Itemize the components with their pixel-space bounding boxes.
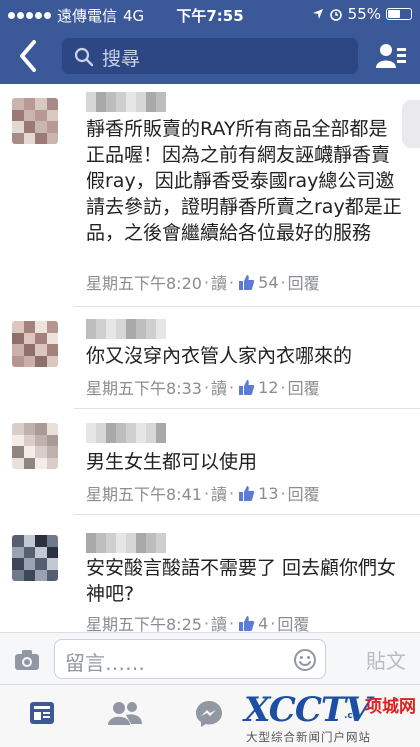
comment-text: 靜香所販賣的RAY所有商品全部都是正品喔！因為之前有網友誣衊靜香賣假ray，因此… xyxy=(86,118,402,244)
comment-text: 你又沒穿內衣管人家內衣哪來的 xyxy=(86,345,353,367)
commenter-name-blurred[interactable] xyxy=(86,92,166,112)
comment-input-placeholder: 留言…… xyxy=(65,651,145,675)
avatar[interactable] xyxy=(12,321,58,367)
location-arrow-icon xyxy=(312,9,323,19)
comment-meta: 星期五下午8:41 · 讀 · 13 · 回覆 xyxy=(86,481,320,505)
search-icon xyxy=(74,47,94,67)
search-input[interactable]: 搜尋 xyxy=(62,38,358,74)
avatar[interactable] xyxy=(12,98,58,144)
emoji-icon[interactable] xyxy=(293,648,317,672)
reply-link[interactable]: 回覆 xyxy=(288,481,320,505)
comment-time: 星期五下午8:20 xyxy=(86,274,202,293)
commenter-name-blurred[interactable] xyxy=(86,319,166,339)
comment-composer: 留言…… 貼文 xyxy=(0,632,420,684)
thumbs-up-icon xyxy=(239,615,255,631)
comment-item: 靜香所販賣的RAY所有商品全部都是正品喔！因為之前有網友誣衊靜香賣假ray，因此… xyxy=(0,84,420,306)
messenger-tab-icon[interactable] xyxy=(194,699,224,729)
comment-time: 星期五下午8:33 xyxy=(86,379,202,398)
camera-icon[interactable] xyxy=(14,649,40,671)
like-link[interactable]: 讀 xyxy=(211,375,227,399)
comment-input[interactable]: 留言…… xyxy=(54,639,326,679)
like-count: 13 xyxy=(258,483,279,503)
reply-link[interactable]: 回覆 xyxy=(288,375,320,399)
nav-bar: 搜尋 xyxy=(0,28,420,84)
like-count: 12 xyxy=(258,377,279,397)
comment-meta: 星期五下午8:33 · 讀 · 12 · 回覆 xyxy=(86,375,320,399)
watermark-domain: .cn xyxy=(344,711,360,721)
search-placeholder: 搜尋 xyxy=(102,48,141,70)
thumbs-up-icon xyxy=(239,485,255,501)
comment-item: 安安酸言酸語不需要了 回去顧你們女神吧? 星期五下午8:25 · 讀 · 4 ·… xyxy=(0,515,420,634)
watermark-brand: XCCTV xyxy=(244,690,372,730)
comment-text: 安安酸言酸語不需要了 回去顧你們女神吧? xyxy=(86,557,397,605)
friends-tab-icon[interactable] xyxy=(108,699,142,727)
battery-percent: 55% xyxy=(347,5,381,23)
comment-meta: 星期五下午8:20 · 讀 · 54 · 回覆 xyxy=(86,270,320,294)
commenter-name-blurred[interactable] xyxy=(86,533,166,553)
thumbs-up-icon xyxy=(239,379,255,395)
news-feed-tab-icon[interactable] xyxy=(28,699,56,727)
watermark-badge: 项城网 xyxy=(365,697,416,717)
post-button[interactable]: 貼文 xyxy=(366,645,406,674)
thumbs-up-icon xyxy=(239,274,255,290)
comment-item: 男生女生都可以使用 星期五下午8:41 · 讀 · 13 · 回覆 xyxy=(0,409,420,513)
avatar[interactable] xyxy=(12,535,58,581)
like-link[interactable]: 讀 xyxy=(211,270,227,294)
comment-time: 星期五下午8:41 xyxy=(86,485,202,504)
friend-requests-icon[interactable] xyxy=(376,42,406,70)
like-count: 54 xyxy=(258,272,279,292)
alarm-icon xyxy=(329,9,342,21)
status-bar: 遠傳電信 4G 下午7:55 55% xyxy=(0,0,420,28)
comment-text: 男生女生都可以使用 xyxy=(86,451,258,473)
back-chevron-icon[interactable] xyxy=(14,38,42,74)
comment-item: 你又沒穿內衣管人家內衣哪來的 星期五下午8:33 · 讀 · 12 · 回覆 xyxy=(0,307,420,407)
like-count: 4 xyxy=(258,613,269,633)
watermark-slogan: 大型综合新闻门户网站 xyxy=(246,730,371,744)
battery-icon xyxy=(386,8,412,20)
reply-link[interactable]: 回覆 xyxy=(288,270,320,294)
commenter-name-blurred[interactable] xyxy=(86,423,166,443)
avatar[interactable] xyxy=(12,423,58,469)
watermark-logo: XCCTV .cn 项城网 大型综合新闻门户网站 xyxy=(244,690,420,747)
like-link[interactable]: 讀 xyxy=(211,481,227,505)
